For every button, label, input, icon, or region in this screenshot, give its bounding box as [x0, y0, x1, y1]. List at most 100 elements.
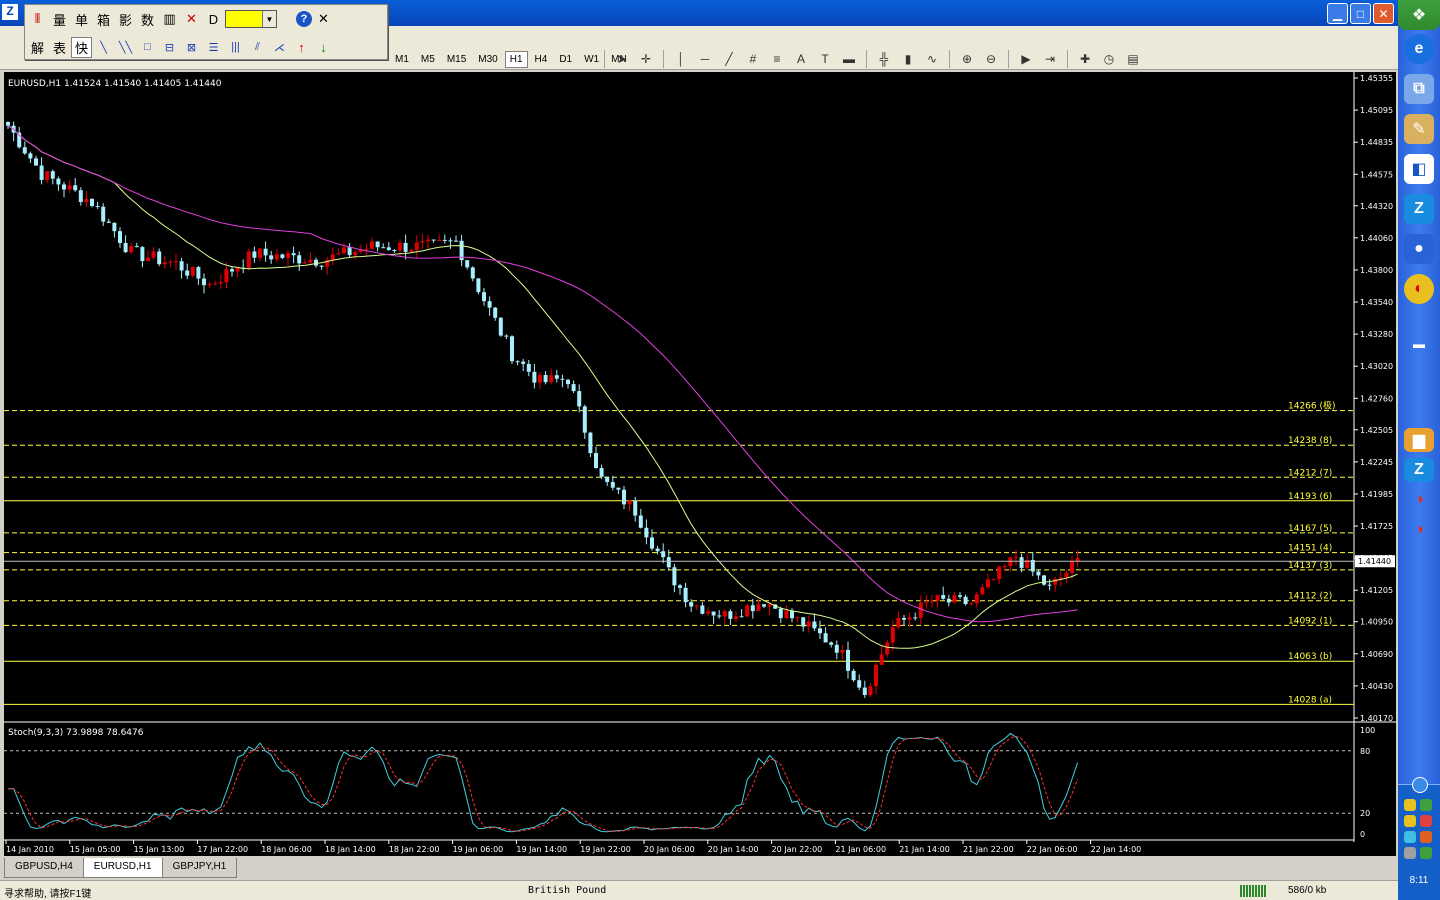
time-tick-label: 19 Jan 22:00 [580, 845, 631, 854]
candle-tool-icon[interactable]: ⫴ [27, 9, 48, 30]
price-chart[interactable]: 1.45355 1.45095 1.44835 1.44575 1.44320 1.440… [4, 72, 1396, 856]
symbol-tab[interactable]: EURUSD,H1 [82, 858, 163, 878]
paint-icon[interactable]: ✎ [1404, 114, 1434, 144]
app-circle-icon[interactable]: ◐ [1404, 274, 1434, 304]
maximize-button[interactable]: □ [1350, 3, 1371, 24]
candle-body [969, 603, 974, 605]
drawing-tool-2-button[interactable]: 单 [71, 9, 92, 30]
tray-icon-1[interactable] [1404, 799, 1416, 811]
chart-window[interactable]: 1.45355 1.45095 1.44835 1.44575 1.44320 1.440… [4, 72, 1396, 856]
timeframe-m1-button[interactable]: M1 [390, 51, 414, 68]
cursor-icon[interactable]: ➤ [611, 49, 633, 69]
candle-body [1019, 557, 1024, 568]
draw-shape-6-icon[interactable]: ☰ [203, 37, 224, 58]
cross-tool-icon[interactable]: ✕ [181, 9, 202, 30]
candlestick-icon[interactable]: ▮ [897, 49, 919, 69]
draw-shape-3-icon[interactable]: □ [137, 37, 158, 58]
status-profile: British Pound [528, 885, 607, 896]
mode-2-button[interactable]: 表 [49, 37, 70, 58]
periods-icon[interactable]: ◷ [1098, 49, 1120, 69]
start-button-icon[interactable]: ❖ [1398, 0, 1440, 30]
help-icon[interactable]: ? [296, 11, 312, 27]
mode-3-button[interactable]: 快 [71, 36, 92, 58]
timeframe-h1-button[interactable]: H1 [504, 50, 528, 68]
chevron-down-icon[interactable]: ▼ [262, 11, 276, 27]
close-window-button[interactable]: ✕ [1373, 3, 1394, 24]
mode-1-button[interactable]: 解 [27, 37, 48, 58]
text-icon[interactable]: A [790, 49, 812, 69]
channel-icon[interactable]: # [742, 49, 764, 69]
trading-app-icon[interactable]: Z [1404, 194, 1434, 224]
timeframe-m15-button[interactable]: M15 [442, 51, 471, 68]
timeframe-h4-button[interactable]: H4 [530, 51, 553, 68]
task-app-icon[interactable]: ◑ [1404, 488, 1434, 512]
bar-chart-icon[interactable]: ╬ [873, 49, 895, 69]
vertical-line-icon[interactable]: │ [670, 49, 692, 69]
timeframe-d1-button[interactable]: D1 [554, 51, 577, 68]
tray-icon-7[interactable] [1404, 847, 1416, 859]
draw-shape-8-icon[interactable]: ⫽ [247, 37, 268, 58]
draw-shape-7-icon[interactable]: ||| [225, 37, 246, 58]
drawing-tool-5-button[interactable]: 数 [137, 9, 158, 30]
candle-body [538, 374, 542, 383]
keyboard-icon[interactable]: ▬ [1404, 334, 1434, 354]
task-trading-icon[interactable]: Z [1404, 458, 1434, 482]
horizontal-line-icon[interactable]: ─ [694, 49, 716, 69]
draw-shape-2-icon[interactable]: ╲╲ [115, 37, 136, 58]
timeframe-m5-button[interactable]: M5 [416, 51, 440, 68]
text-label-icon[interactable]: T [814, 49, 836, 69]
drawing-tool-1-button[interactable]: 量 [49, 9, 70, 30]
trend-line-icon[interactable]: ╱ [718, 49, 740, 69]
close-toolbar-button[interactable]: ✕ [313, 9, 334, 30]
color-picker[interactable]: ▼ [225, 10, 277, 28]
time-tick-label: 18 Jan 22:00 [389, 845, 440, 854]
dx-tool-icon[interactable]: D [203, 9, 224, 30]
task-folder-icon[interactable]: ▆ [1404, 428, 1434, 452]
ie-icon[interactable]: e [1404, 34, 1434, 64]
draw-shape-1-icon[interactable]: ╲ [93, 37, 114, 58]
tray-icon-4[interactable] [1420, 815, 1432, 827]
candle-body [498, 317, 503, 336]
time-tick-label: 15 Jan 13:00 [134, 845, 185, 854]
zoom-in-icon[interactable]: ⊕ [956, 49, 978, 69]
fibonacci-icon[interactable]: ≡ [766, 49, 788, 69]
arrow-up-icon[interactable]: ↑ [291, 37, 312, 58]
symbol-tab[interactable]: GBPUSD,H4 [4, 858, 84, 878]
symbol-tab[interactable]: GBPJPY,H1 [161, 858, 238, 878]
indicators-icon[interactable]: ✚ [1074, 49, 1096, 69]
draw-shape-4-icon[interactable]: ⊟ [159, 37, 180, 58]
templates-icon[interactable]: ▤ [1122, 49, 1144, 69]
minimize-button[interactable]: ▁ [1327, 3, 1348, 24]
candle-body [638, 515, 643, 528]
tray-icon-8[interactable] [1420, 847, 1432, 859]
task-app2-icon[interactable]: ◑ [1404, 518, 1434, 542]
tray-icon-6[interactable] [1420, 831, 1432, 843]
zoom-out-icon[interactable]: ⊖ [980, 49, 1002, 69]
timeframe-m30-button[interactable]: M30 [473, 51, 502, 68]
arrow-label-icon[interactable]: ▬ [838, 49, 860, 69]
price-tick-label: 1.42760 [1360, 394, 1393, 403]
explorer-icon[interactable]: ⧉ [1404, 74, 1434, 104]
crosshair-icon[interactable]: ✛ [635, 49, 657, 69]
tray-icon-5[interactable] [1404, 831, 1416, 843]
candle-body [56, 178, 61, 185]
draw-shape-5-icon[interactable]: ⊠ [181, 37, 202, 58]
tray-icon-2[interactable] [1420, 799, 1432, 811]
timeframe-toolbar: M1 M5 M15 M30 H1 H4 D1 W1 MN [390, 48, 632, 70]
tray-icon-3[interactable] [1404, 815, 1416, 827]
grid-tool-icon[interactable]: ▥ [159, 9, 180, 30]
auto-scroll-icon[interactable]: ▶ [1015, 49, 1037, 69]
drawing-tool-3-button[interactable]: 箱 [93, 9, 114, 30]
arrow-down-icon[interactable]: ↓ [313, 37, 334, 58]
drawing-tool-4-button[interactable]: 影 [115, 9, 136, 30]
chart-shift-icon[interactable]: ⇥ [1039, 49, 1061, 69]
candle-body [913, 617, 918, 619]
chart-app-icon[interactable]: ◧ [1404, 154, 1434, 184]
qq-icon[interactable]: ● [1404, 234, 1434, 264]
candle-body [700, 605, 705, 614]
candle-body [554, 375, 559, 379]
line-chart-icon[interactable]: ∿ [921, 49, 943, 69]
tray-expand-icon[interactable] [1412, 777, 1428, 793]
draw-shape-9-icon[interactable]: ⋌ [269, 37, 290, 58]
connection-status-icon [1240, 885, 1266, 897]
